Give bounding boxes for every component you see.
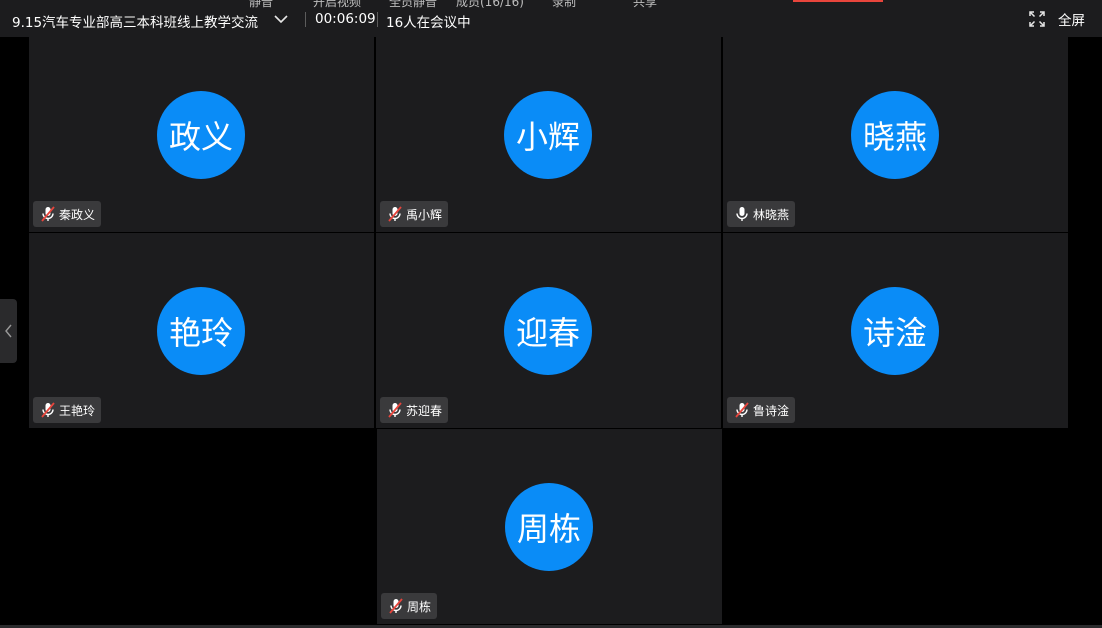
- video-tile[interactable]: 周栋 周栋: [377, 429, 722, 624]
- mic-muted-icon: [41, 402, 55, 418]
- chevron-left-icon: [5, 324, 12, 338]
- mic-icon: [736, 207, 748, 221]
- mic-muted-icon: [389, 598, 403, 614]
- avatar: 诗淦: [851, 287, 939, 375]
- toolbar-members-label[interactable]: 成员(16/16): [456, 0, 524, 10]
- participant-name-tag: 王艳玲: [33, 397, 102, 423]
- toolbar-mute-label[interactable]: 静音: [249, 0, 273, 10]
- avatar: 艳玲: [157, 287, 245, 375]
- toolbar-menu-clipped: 静音 开启视频 全员静音 成员(16/16) 录制 共享: [0, 0, 1102, 10]
- participant-name-tag: 禹小辉: [380, 201, 449, 227]
- participant-name-tag: 周栋: [381, 593, 438, 619]
- video-tile[interactable]: 诗淦 鲁诗淦: [723, 233, 1068, 428]
- divider: [305, 12, 306, 27]
- fullscreen-icon: [1029, 11, 1045, 27]
- video-tile[interactable]: 迎春 苏迎春: [376, 233, 721, 428]
- mic-muted-icon: [41, 206, 55, 222]
- participant-name: 秦政义: [59, 207, 96, 222]
- video-tile[interactable]: 艳玲 王艳玲: [29, 233, 374, 428]
- sidebar-expand-handle[interactable]: [0, 299, 17, 363]
- mic-muted-icon: [388, 402, 402, 418]
- divider: [377, 12, 378, 27]
- chevron-down-icon[interactable]: [273, 12, 289, 26]
- participant-count-status: 16人在会议中: [386, 15, 471, 31]
- participant-name-tag: 苏迎春: [380, 397, 449, 423]
- video-tile[interactable]: 晓燕 林晓燕: [723, 37, 1068, 232]
- participant-name: 周栋: [407, 599, 432, 614]
- avatar: 小辉: [504, 91, 592, 179]
- participant-name-tag: 鲁诗淦: [727, 397, 796, 423]
- meeting-top-bar: 静音 开启视频 全员静音 成员(16/16) 录制 共享 9.15汽车专业部高三…: [0, 0, 1102, 37]
- participant-name-tag: 林晓燕: [727, 201, 796, 227]
- toolbar-video-label[interactable]: 开启视频: [313, 0, 361, 10]
- fullscreen-label: 全屏: [1058, 13, 1085, 29]
- participant-name: 苏迎春: [406, 403, 443, 418]
- participant-name: 禹小辉: [406, 207, 443, 222]
- toolbar-share-label[interactable]: 共享: [633, 0, 657, 10]
- video-tile[interactable]: 小辉 禹小辉: [376, 37, 721, 232]
- fullscreen-button[interactable]: 全屏: [1029, 9, 1085, 29]
- mic-muted-icon: [388, 206, 402, 222]
- participant-name: 鲁诗淦: [753, 403, 790, 418]
- participant-name: 林晓燕: [753, 207, 790, 222]
- toolbar-mute-all-label[interactable]: 全员静音: [389, 0, 437, 10]
- avatar: 政义: [157, 91, 245, 179]
- toolbar-record-label[interactable]: 录制: [552, 0, 576, 10]
- meeting-title: 9.15汽车专业部高三本科班线上教学交流: [12, 15, 259, 31]
- video-tile[interactable]: 政义 秦政义: [29, 37, 374, 232]
- avatar: 晓燕: [851, 91, 939, 179]
- participant-name: 王艳玲: [59, 403, 96, 418]
- participant-name-tag: 秦政义: [33, 201, 102, 227]
- mic-muted-icon: [735, 402, 749, 418]
- end-meeting-button-edge[interactable]: [793, 0, 883, 2]
- avatar: 迎春: [504, 287, 592, 375]
- avatar: 周栋: [505, 483, 593, 571]
- meeting-duration: 00:06:09: [315, 11, 376, 27]
